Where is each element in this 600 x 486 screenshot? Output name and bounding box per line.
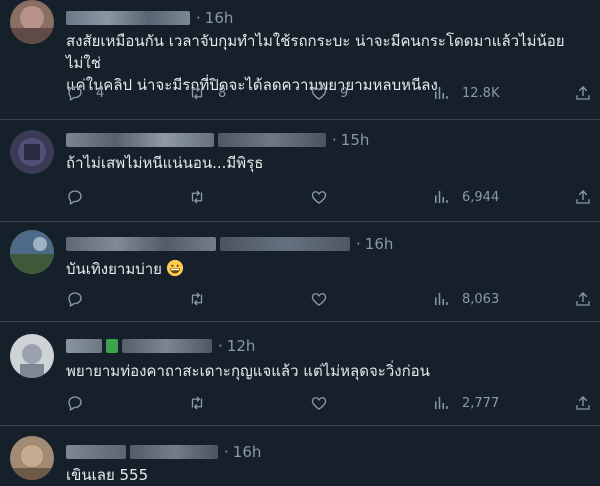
retweet-button[interactable]: 8 xyxy=(188,84,226,102)
reply-icon xyxy=(66,84,84,102)
retweet-button[interactable] xyxy=(188,188,206,206)
like-button[interactable] xyxy=(310,290,328,308)
blurred-username[interactable] xyxy=(66,11,190,25)
views-icon xyxy=(432,84,450,102)
action-bar: 6,944 xyxy=(66,188,600,208)
avatar[interactable] xyxy=(10,230,54,274)
blurred-handle[interactable] xyxy=(220,237,350,251)
views-count: 2,777 xyxy=(462,395,500,411)
timestamp[interactable]: 16h xyxy=(233,443,262,461)
retweet-button[interactable] xyxy=(188,394,206,412)
tweet-text-line: พยายามท่องคาถาสะเดาะกุญแจแล้ว แต่ไม่หลุด… xyxy=(66,362,430,380)
timestamp[interactable]: 16h xyxy=(205,9,234,27)
tweet[interactable]: · 16h เขินเลย 555 xyxy=(0,426,600,486)
retweet-icon xyxy=(188,84,206,102)
author-line: · 16h xyxy=(66,442,261,462)
share-button[interactable] xyxy=(574,84,592,102)
blurred-username[interactable] xyxy=(66,133,214,147)
reply-button[interactable] xyxy=(66,188,84,206)
timestamp[interactable]: 16h xyxy=(365,235,394,253)
retweet-count: 8 xyxy=(218,85,227,101)
timestamp[interactable]: 15h xyxy=(341,131,370,149)
views-button[interactable]: 12.8K xyxy=(432,84,499,102)
retweet-icon xyxy=(188,188,206,206)
views-icon xyxy=(432,290,450,308)
reply-icon xyxy=(66,394,84,412)
author-line: · 16h xyxy=(66,8,233,28)
reply-icon xyxy=(66,290,84,308)
blurred-handle[interactable] xyxy=(122,339,212,353)
separator-dot: · xyxy=(332,131,337,149)
views-count: 8,063 xyxy=(462,291,500,307)
blurred-username[interactable] xyxy=(66,445,126,459)
views-button[interactable]: 6,944 xyxy=(432,188,499,206)
share-button[interactable] xyxy=(574,394,592,412)
action-bar: 2,777 xyxy=(66,394,600,414)
views-icon xyxy=(432,394,450,412)
retweet-icon xyxy=(188,394,206,412)
avatar[interactable] xyxy=(10,0,54,44)
avatar[interactable] xyxy=(10,436,54,480)
blurred-username[interactable] xyxy=(66,339,102,353)
share-button[interactable] xyxy=(574,290,592,308)
like-button[interactable]: 9 xyxy=(310,84,348,102)
like-button[interactable] xyxy=(310,188,328,206)
tweet[interactable]: · 12h พยายามท่องคาถาสะเดาะกุญแจแล้ว แต่ไ… xyxy=(0,322,600,426)
tweet-text-line: ถ้าไม่เสพไม่หนีแน่นอน...มีพิรุธ xyxy=(66,154,264,172)
avatar[interactable] xyxy=(10,334,54,378)
reply-button[interactable]: 4 xyxy=(66,84,104,102)
separator-dot: · xyxy=(356,235,361,253)
author-line: · 15h xyxy=(66,130,369,150)
tweet[interactable]: · 16h บันเทิงยามบ่าย 8,063 xyxy=(0,222,600,322)
avatar[interactable] xyxy=(10,130,54,174)
tweet-text-line: เขินเลย 555 xyxy=(66,466,149,484)
separator-dot: · xyxy=(196,9,201,27)
reply-icon xyxy=(66,188,84,206)
like-button[interactable] xyxy=(310,394,328,412)
share-button[interactable] xyxy=(574,188,592,206)
timestamp[interactable]: 12h xyxy=(227,337,256,355)
tweet-text: ถ้าไม่เสพไม่หนีแน่นอน...มีพิรุธ xyxy=(66,152,263,174)
tweet-text: เขินเลย 555 xyxy=(66,464,148,486)
views-count: 12.8K xyxy=(462,85,500,101)
views-button[interactable]: 2,777 xyxy=(432,394,499,412)
share-icon xyxy=(574,394,592,412)
blurred-handle[interactable] xyxy=(130,445,218,459)
tweet-text: บันเทิงยามบ่าย xyxy=(66,258,184,280)
reply-count: 4 xyxy=(96,85,105,101)
tweet-text: พยายามท่องคาถาสะเดาะกุญแจแล้ว แต่ไม่หลุด… xyxy=(66,360,430,382)
share-icon xyxy=(574,84,592,102)
blurred-badge[interactable] xyxy=(106,339,118,353)
heart-icon xyxy=(310,394,328,412)
views-icon xyxy=(432,188,450,206)
share-icon xyxy=(574,188,592,206)
heart-icon xyxy=(310,84,328,102)
like-count: 9 xyxy=(340,85,349,101)
grinning-face-emoji xyxy=(166,259,184,277)
blurred-handle[interactable] xyxy=(218,133,326,147)
tweet-text-line: สงสัยเหมือนกัน เวลาจับกุมทำไมใช้รถกระบะ … xyxy=(66,32,565,72)
views-count: 6,944 xyxy=(462,189,500,205)
views-button[interactable]: 8,063 xyxy=(432,290,499,308)
action-bar: 4 8 9 12.8K xyxy=(66,84,600,104)
separator-dot: · xyxy=(218,337,223,355)
reply-button[interactable] xyxy=(66,290,84,308)
author-line: · 12h xyxy=(66,336,255,356)
action-bar: 8,063 xyxy=(66,290,600,310)
share-icon xyxy=(574,290,592,308)
heart-icon xyxy=(310,188,328,206)
separator-dot: · xyxy=(224,443,229,461)
retweet-button[interactable] xyxy=(188,290,206,308)
tweet[interactable]: · 15h ถ้าไม่เสพไม่หนีแน่นอน...มีพิรุธ 6,… xyxy=(0,120,600,222)
author-line: · 16h xyxy=(66,234,393,254)
blurred-username[interactable] xyxy=(66,237,216,251)
tweet[interactable]: · 16h สงสัยเหมือนกัน เวลาจับกุมทำไมใช้รถ… xyxy=(0,0,600,120)
heart-icon xyxy=(310,290,328,308)
tweet-text-line: บันเทิงยามบ่าย xyxy=(66,260,162,278)
reply-button[interactable] xyxy=(66,394,84,412)
retweet-icon xyxy=(188,290,206,308)
